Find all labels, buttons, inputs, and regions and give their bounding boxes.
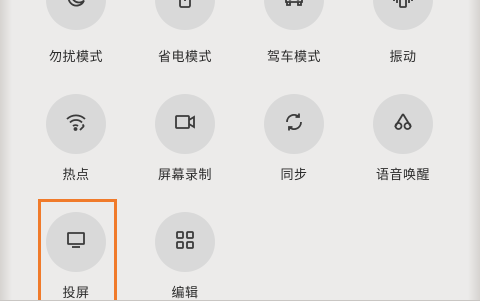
screen-record-icon xyxy=(173,110,197,138)
car-icon xyxy=(282,0,306,14)
edit-grid-icon xyxy=(173,228,197,256)
quick-settings-panel: 勿扰模式 省电模式 驾车模式 振动 热点 屏幕录制 同步 语音唤醒 投屏 编辑 xyxy=(0,0,480,301)
tile-label: 省电模式 xyxy=(157,50,212,65)
highlight-box xyxy=(38,199,117,300)
tile-button[interactable] xyxy=(155,212,215,272)
sync-icon xyxy=(282,110,306,138)
tile-label: 屏幕录制 xyxy=(157,168,212,183)
vibrate-icon xyxy=(391,0,415,14)
tile-vibrate[interactable]: 振动 xyxy=(358,0,448,65)
tile-button[interactable] xyxy=(373,0,433,30)
battery-saver-icon xyxy=(173,0,197,14)
tile-button[interactable] xyxy=(46,0,106,30)
hotspot-icon xyxy=(64,110,88,138)
tile-do-not-disturb[interactable]: 勿扰模式 xyxy=(31,0,121,65)
tile-label: 驾车模式 xyxy=(266,50,321,65)
tile-driving-mode[interactable]: 驾车模式 xyxy=(249,0,339,65)
tile-button[interactable] xyxy=(155,0,215,30)
tile-edit[interactable]: 编辑 xyxy=(140,202,230,301)
tile-label: 勿扰模式 xyxy=(48,50,103,65)
tile-hotspot[interactable]: 热点 xyxy=(31,84,121,183)
tile-label: 语音唤醒 xyxy=(375,168,430,183)
tile-label: 振动 xyxy=(389,50,417,65)
tile-sync[interactable]: 同步 xyxy=(249,84,339,183)
voice-wake-icon xyxy=(391,110,415,138)
tile-button[interactable] xyxy=(264,94,324,154)
tile-label: 同步 xyxy=(280,168,308,183)
tile-voice-wake[interactable]: 语音唤醒 xyxy=(358,84,448,183)
tile-label: 编辑 xyxy=(171,286,199,301)
tile-screen-record[interactable]: 屏幕录制 xyxy=(140,84,230,183)
tile-label: 热点 xyxy=(62,168,90,183)
tile-button[interactable] xyxy=(373,94,433,154)
tile-battery-saver[interactable]: 省电模式 xyxy=(140,0,230,65)
tile-button[interactable] xyxy=(155,94,215,154)
tile-button[interactable] xyxy=(264,0,324,30)
tile-button[interactable] xyxy=(46,94,106,154)
moon-icon xyxy=(64,0,88,14)
